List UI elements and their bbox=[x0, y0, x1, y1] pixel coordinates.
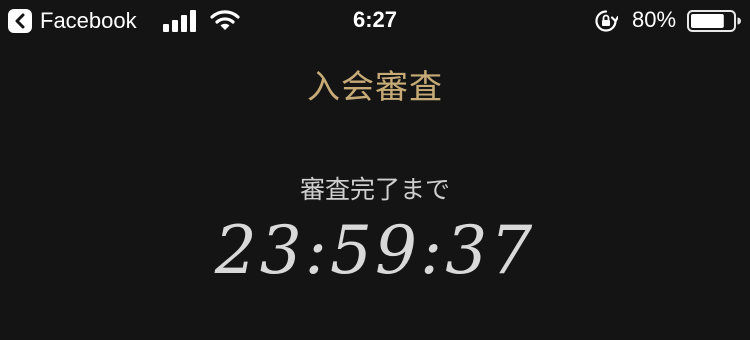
signal-icon bbox=[163, 10, 196, 32]
battery-fill bbox=[691, 14, 724, 28]
page-title: 入会審査 bbox=[307, 67, 443, 106]
wifi-icon bbox=[210, 10, 240, 30]
orientation-lock-icon bbox=[595, 10, 618, 32]
back-to-app-button[interactable]: Facebook bbox=[8, 8, 137, 34]
back-app-label: Facebook bbox=[40, 8, 137, 33]
battery-icon bbox=[687, 10, 741, 32]
battery-percent: 80% bbox=[632, 7, 677, 32]
countdown-timer: 23:59:37 bbox=[214, 212, 536, 289]
status-bar: Facebook 6:27 80% bbox=[0, 0, 750, 42]
back-chevron-icon bbox=[8, 9, 32, 33]
countdown-label: 審査完了まで bbox=[299, 175, 450, 204]
